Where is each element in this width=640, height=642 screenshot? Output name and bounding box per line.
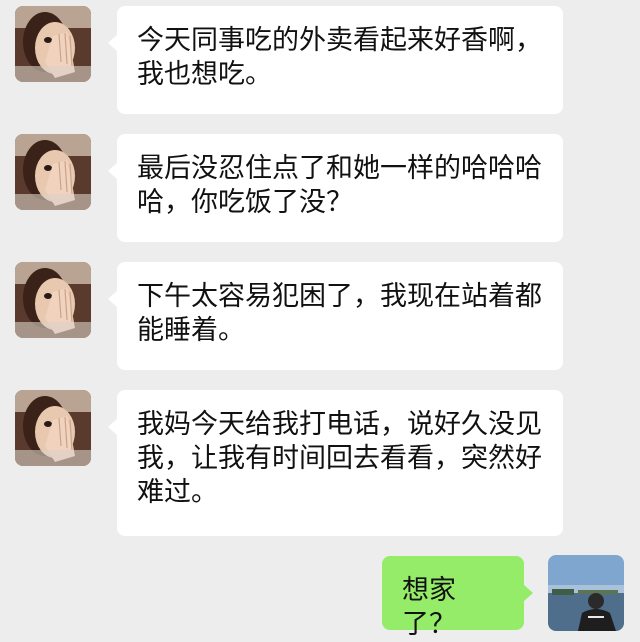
contact-avatar[interactable] xyxy=(15,262,91,338)
user-avatar[interactable] xyxy=(548,555,624,631)
contact-avatar[interactable] xyxy=(15,134,91,210)
message-bubble-outgoing[interactable]: 想家了？ xyxy=(382,556,533,640)
message-bubble-incoming[interactable]: 最后没忍住点了和她一样的哈哈哈 哈，你吃饭了没？ xyxy=(108,134,563,242)
message-bubble-incoming[interactable]: 我妈今天给我打电话，说好久没见 我，让我有时间回去看看，突然好 难过。 xyxy=(108,390,563,536)
message-bubble-incoming[interactable]: 今天同事吃的外卖看起来好香啊， 我也想吃。 xyxy=(108,6,563,114)
contact-avatar[interactable] xyxy=(15,390,91,466)
contact-avatar[interactable] xyxy=(15,6,91,82)
message-bubble-incoming[interactable]: 下午太容易犯困了，我现在站着都 能睡着。 xyxy=(108,262,563,370)
